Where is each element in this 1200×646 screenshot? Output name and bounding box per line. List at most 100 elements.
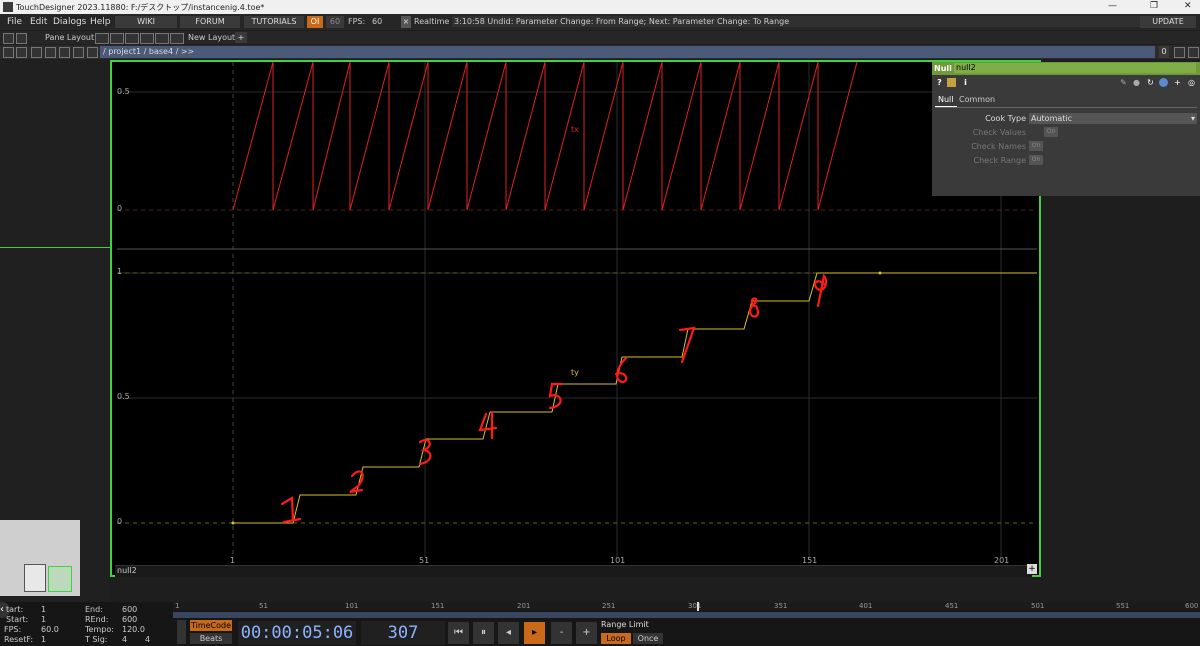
layout-4-icon[interactable]: [140, 33, 154, 44]
chevron-down-icon: ▾: [1190, 114, 1195, 123]
layout-1-icon[interactable]: [95, 33, 109, 44]
oi-button[interactable]: OI: [307, 16, 323, 28]
add-viewer-button[interactable]: +: [1027, 564, 1037, 574]
pane-split-icon[interactable]: [1174, 47, 1185, 58]
split-icon[interactable]: [16, 33, 27, 44]
tempo-value[interactable]: 120.0: [122, 625, 145, 634]
tab-common[interactable]: Common: [959, 95, 995, 104]
check-range-toggle[interactable]: On: [1029, 155, 1043, 165]
minimize-icon[interactable]: —: [1108, 1, 1117, 11]
edit-icon[interactable]: ✎: [1119, 78, 1128, 87]
node-name-bar[interactable]: null2: [115, 565, 1032, 577]
menu-dialogs[interactable]: Dialogs: [53, 17, 86, 27]
add-layout-button[interactable]: +: [235, 32, 247, 43]
menu-edit[interactable]: Edit: [30, 17, 47, 27]
ruler-tick: 201: [517, 602, 531, 610]
wiki-button[interactable]: WIKI: [115, 16, 177, 28]
tab-divider: [935, 107, 1197, 108]
graph-canvas: [117, 62, 1037, 557]
playhead[interactable]: [697, 602, 699, 611]
check-values-toggle[interactable]: On: [1044, 127, 1058, 137]
once-toggle[interactable]: Once: [633, 633, 663, 644]
layout-2-icon[interactable]: [110, 33, 124, 44]
menu-file[interactable]: File: [7, 17, 22, 27]
up-icon[interactable]: [87, 47, 98, 58]
forum-button[interactable]: FORUM: [180, 16, 240, 28]
op-type: Null: [934, 64, 952, 73]
cook-type-value: Automatic: [1031, 114, 1073, 123]
add-icon[interactable]: [59, 47, 70, 58]
tsig-denominator[interactable]: 4: [145, 635, 150, 644]
comment-icon[interactable]: ●: [1132, 78, 1141, 87]
network-overview-map[interactable]: [0, 520, 80, 596]
ruler-tick: 251: [602, 602, 616, 610]
ty-label-05: 0.5: [117, 392, 130, 401]
forward-icon[interactable]: [45, 47, 56, 58]
timeline-scrollbar[interactable]: [173, 612, 1200, 618]
annotation-1: [280, 496, 302, 524]
resetf-value[interactable]: 1: [41, 635, 46, 644]
ty-channel-name: ty: [571, 368, 579, 377]
menu-bar: File Edit Dialogs Help WIKI FORUM TUTORI…: [0, 14, 1200, 30]
add-param-icon[interactable]: +: [1173, 78, 1182, 87]
update-button[interactable]: UPDATE: [1140, 16, 1196, 28]
tutorials-button[interactable]: TUTORIALS: [244, 16, 304, 28]
realtime-checkbox[interactable]: ×: [401, 16, 411, 28]
help-icon[interactable]: ?: [935, 78, 944, 87]
step-minus-button[interactable]: -: [551, 622, 572, 644]
check-range-label: Check Range: [973, 156, 1026, 165]
fps-label: FPS:: [348, 17, 366, 26]
cook-type-menu[interactable]: Automatic ▾: [1029, 113, 1197, 124]
ruler-tick: 551: [1116, 602, 1130, 610]
window-title: TouchDesigner 2023.11880: F:/デスクトップ/inst…: [16, 3, 265, 12]
step-back-button[interactable]: ◂: [498, 622, 519, 644]
menu-arrow-icon[interactable]: [3, 47, 14, 58]
layout-5-icon[interactable]: [155, 33, 169, 44]
op-name-field[interactable]: null2: [954, 63, 1196, 73]
tempo-label: Tempo:: [85, 625, 114, 634]
python-icon[interactable]: [947, 78, 956, 87]
chop-viewer[interactable]: 0.5 0 1 0.5 0 tx ty 1 51 101 151 201 nul…: [110, 60, 1041, 577]
pause-button[interactable]: ⏸: [473, 622, 494, 644]
tsig-numerator[interactable]: 4: [122, 635, 127, 644]
rewind-button[interactable]: ⏮: [448, 622, 469, 644]
rstart-value[interactable]: 1: [41, 615, 46, 624]
resetf-label: ResetF:: [4, 635, 34, 644]
beats-toggle[interactable]: Beats: [190, 633, 232, 644]
network-background-right: [1041, 196, 1200, 602]
info-icon[interactable]: i: [961, 78, 970, 87]
rend-value[interactable]: 600: [122, 615, 137, 624]
play-button[interactable]: ▸: [524, 622, 545, 644]
fps-value[interactable]: 60.0: [41, 625, 59, 634]
overview-viewport: [48, 566, 72, 592]
restore-icon[interactable]: ❐: [1150, 1, 1158, 11]
step-plus-button[interactable]: +: [576, 622, 597, 644]
loop-toggle[interactable]: Loop: [601, 633, 631, 644]
sixty-button[interactable]: 60: [326, 16, 344, 28]
target-icon[interactable]: ◎: [1187, 78, 1196, 87]
frame-display[interactable]: 307: [361, 621, 445, 645]
tab-null[interactable]: Null: [935, 95, 957, 107]
back-icon[interactable]: [31, 47, 42, 58]
check-names-toggle[interactable]: On: [1029, 141, 1043, 151]
end-label: End:: [85, 605, 103, 614]
slash-icon[interactable]: [177, 620, 186, 644]
layout-6-icon[interactable]: [170, 33, 184, 44]
tsig-label: T Sig:: [85, 635, 108, 644]
timecode-toggle[interactable]: TimeCode: [190, 620, 232, 631]
pane-max-icon[interactable]: [1188, 47, 1199, 58]
bookmark-icon[interactable]: [73, 47, 84, 58]
realtime-label: Realtime: [414, 17, 450, 26]
start-value[interactable]: 1: [41, 605, 46, 614]
pane-icon[interactable]: [3, 33, 14, 44]
close-icon[interactable]: ✕: [1184, 1, 1192, 11]
layout-3-icon[interactable]: [125, 33, 139, 44]
stop-icon[interactable]: [16, 47, 27, 58]
network-path[interactable]: / project1 / base4 / >>: [100, 46, 1155, 58]
timecode-display[interactable]: 00:00:05:06: [238, 621, 356, 645]
end-value[interactable]: 600: [122, 605, 137, 614]
globe-icon[interactable]: [1159, 78, 1168, 87]
refresh-icon[interactable]: ↻: [1146, 78, 1155, 87]
menu-help[interactable]: Help: [90, 17, 111, 27]
timeline-ruler[interactable]: 1 51 101 151 201 251 301 351 401 451 501…: [173, 602, 1200, 611]
